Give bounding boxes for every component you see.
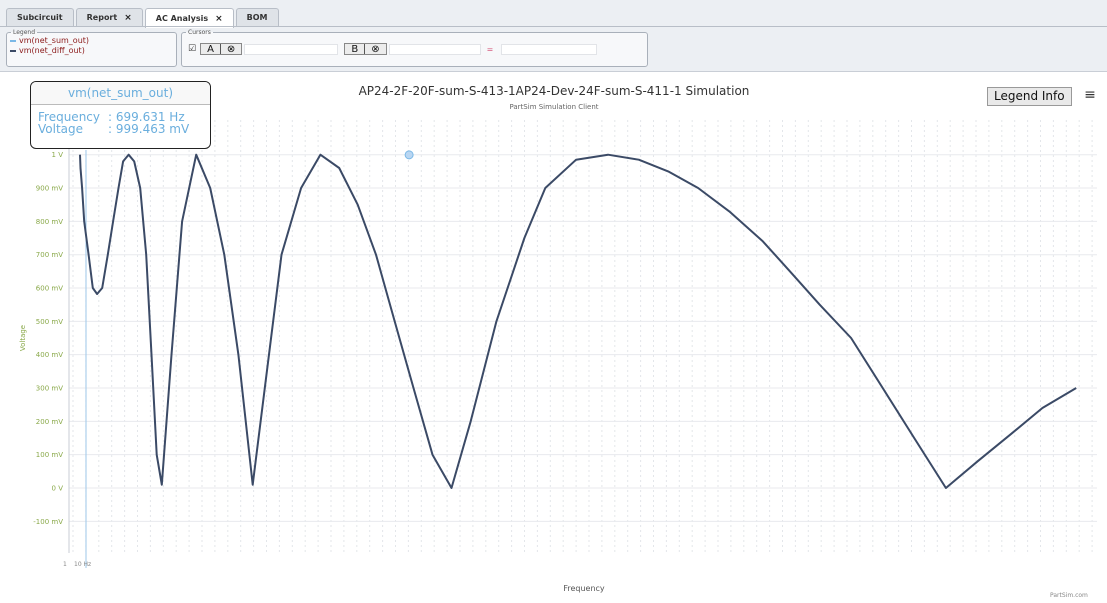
tab-label: AC Analysis xyxy=(155,13,209,23)
chart-title: AP24-2F-20F-sum-S-413-1AP24-Dev-24F-sum-… xyxy=(358,84,750,98)
cursor-delta-equals: = xyxy=(486,44,494,54)
y-tick-label: 200 mV xyxy=(36,418,63,426)
y-tick-label: 600 mV xyxy=(36,285,63,293)
y-tick-label: -100 mV xyxy=(33,518,63,526)
legend-swatch xyxy=(10,40,16,42)
tooltip-series-name: vm(net_sum_out) xyxy=(31,82,210,105)
tab-divider xyxy=(0,26,1107,27)
cursor-b-value xyxy=(388,43,481,55)
cursor-controls: ☑ A ⊗ B ⊗ = xyxy=(188,43,598,55)
legend-panel-title: Legend xyxy=(13,29,36,36)
tab-label: Report xyxy=(86,13,118,22)
clear-cursor-a-icon[interactable]: ⊗ xyxy=(221,44,241,55)
tab-label: BOM xyxy=(246,13,268,22)
cursor-b-label: B xyxy=(351,43,359,55)
cursors-panel-title: Cursors xyxy=(188,29,211,36)
tab-subcircuit[interactable]: Subcircuit xyxy=(6,8,74,27)
cursor-enable-checkbox[interactable]: ☑ xyxy=(188,44,196,54)
legend-item[interactable]: vm(net_diff_out) xyxy=(7,46,176,56)
cursor-delta-value xyxy=(501,43,598,55)
legend-swatch xyxy=(10,50,16,52)
cursor-a-value xyxy=(244,43,339,55)
y-tick-label: 100 mV xyxy=(36,451,63,459)
cursor-a-label: A xyxy=(207,43,214,55)
y-tick-label: 500 mV xyxy=(36,318,63,326)
hamburger-menu-icon[interactable]: ≡ xyxy=(1083,87,1097,103)
y-tick-label: 800 mV xyxy=(36,218,63,226)
y-tick-label: 0 V xyxy=(52,485,64,493)
legend-info-button[interactable]: Legend Info xyxy=(987,87,1072,106)
legend-panel: Legend vm(net_sum_out) vm(net_diff_out) xyxy=(6,29,177,67)
x-tick-label: 10 Hz xyxy=(74,561,91,568)
y-tick-label: 1 V xyxy=(52,151,64,159)
cursor-b-button[interactable]: B ⊗ xyxy=(344,43,387,55)
hover-tooltip: vm(net_sum_out) Frequency: 699.631 Hz Vol… xyxy=(30,81,211,149)
y-axis-label: Voltage xyxy=(19,325,27,351)
close-tab-icon[interactable]: × xyxy=(124,9,132,27)
y-tick-label: 700 mV xyxy=(36,251,63,259)
y-tick-label: 900 mV xyxy=(36,185,63,193)
hover-marker xyxy=(404,150,414,160)
legend-item[interactable]: vm(net_sum_out) xyxy=(7,36,176,46)
tooltip-row-label: Voltage xyxy=(38,122,84,136)
legend-label: vm(net_diff_out) xyxy=(19,46,85,55)
ac-analysis-chart[interactable]: 1 V 900 mV 800 mV 700 mV 600 mV 500 mV 400 mV 3… xyxy=(0,76,1107,603)
tooltip-row: Voltage : 999.463 mV xyxy=(38,123,210,135)
toolbar-area: Subcircuit Report × AC Analysis × BOM Legend … xyxy=(0,0,1107,72)
tooltip-row-value: : 999.463 mV xyxy=(108,122,190,136)
legend-label: vm(net_sum_out) xyxy=(19,36,90,45)
cursors-panel: Cursors ☑ A ⊗ B ⊗ = xyxy=(181,29,648,67)
chart-grid xyxy=(68,120,1097,568)
chart-subtitle: PartSim Simulation Client xyxy=(509,103,599,111)
y-tick-label: 400 mV xyxy=(36,351,63,359)
credit-text: PartSim.com xyxy=(1050,592,1088,599)
tooltip-values: Frequency: 699.631 Hz Voltage: 999.463 mV xyxy=(31,105,210,135)
tab-strip: Subcircuit Report × AC Analysis × BOM xyxy=(6,8,281,28)
tab-ac-analysis[interactable]: AC Analysis × xyxy=(144,8,234,28)
clear-cursor-b-icon[interactable]: ⊗ xyxy=(365,44,385,55)
tab-label: Subcircuit xyxy=(17,13,63,22)
tab-report[interactable]: Report × xyxy=(75,8,143,27)
y-tick-label: 300 mV xyxy=(36,385,63,393)
x-tick-label: 1 xyxy=(63,561,67,568)
x-axis-label: Frequency xyxy=(563,584,605,593)
x-axis-ticks: 1 10 Hz xyxy=(63,561,91,568)
legend-list: vm(net_sum_out) vm(net_diff_out) xyxy=(7,36,176,56)
close-tab-icon[interactable]: × xyxy=(215,10,223,28)
cursor-a-button[interactable]: A ⊗ xyxy=(200,43,243,55)
y-axis-ticks: 1 V 900 mV 800 mV 700 mV 600 mV 500 mV 400 mV 3… xyxy=(33,151,63,526)
tab-bom[interactable]: BOM xyxy=(235,8,279,27)
